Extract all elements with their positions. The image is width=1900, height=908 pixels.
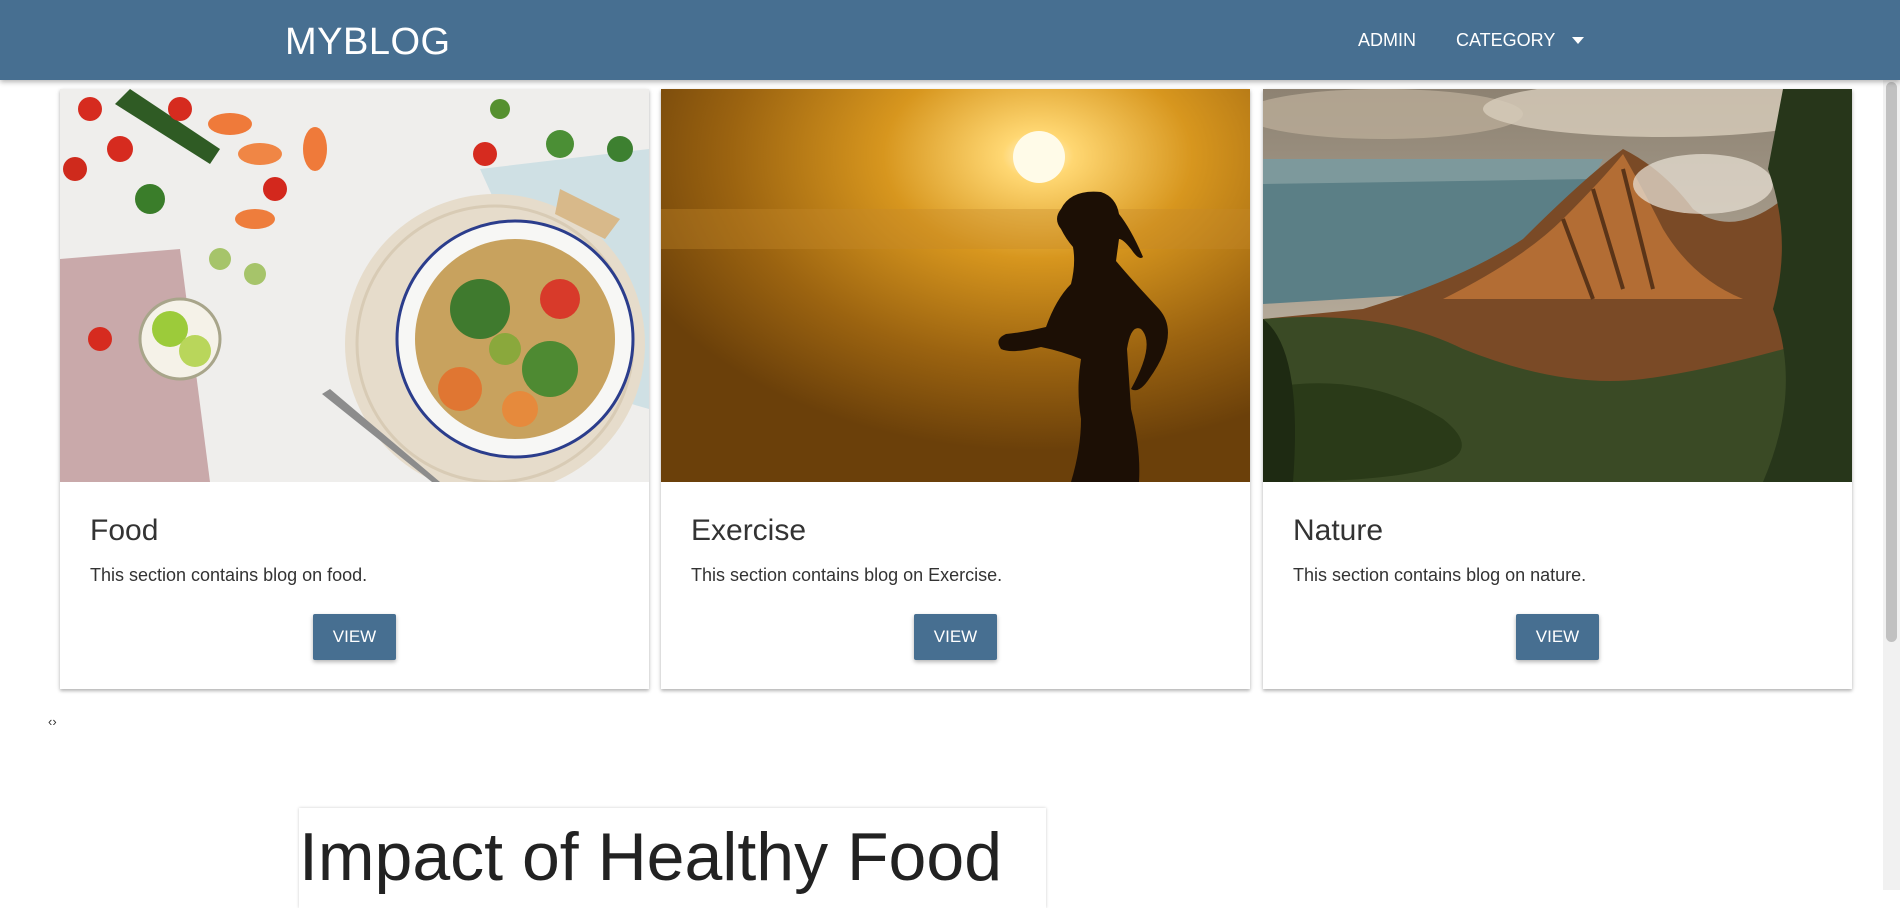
- category-card-nature: Nature This section contains blog on nat…: [1263, 89, 1852, 689]
- article-title: Impact of Healthy Food: [299, 819, 1003, 895]
- card-title: Food: [90, 514, 159, 547]
- brand-logo[interactable]: MYBLOG: [285, 0, 451, 80]
- view-exercise-button[interactable]: VIEW: [914, 614, 997, 660]
- top-navbar: MYBLOG ADMIN CATEGORY: [0, 0, 1900, 80]
- card-description: This section contains blog on food.: [90, 565, 368, 585]
- card-description: This section contains blog on nature.: [1293, 565, 1587, 585]
- card-title: Exercise: [691, 514, 807, 547]
- article-card: Impact of Healthy Food: [299, 808, 1046, 908]
- nav-admin-link[interactable]: ADMIN: [1358, 0, 1416, 80]
- carousel-nav-icon[interactable]: ‹›: [48, 714, 57, 729]
- food-bowl-photo: [60, 89, 649, 482]
- chevron-down-icon[interactable]: [1572, 37, 1584, 44]
- card-description: This section contains blog on Exercise.: [691, 565, 1003, 585]
- mountain-coast-photo: [1263, 89, 1852, 482]
- category-card-exercise: Exercise This section contains blog on E…: [661, 89, 1250, 689]
- runner-sunset-photo: [661, 89, 1250, 482]
- nav-category-link[interactable]: CATEGORY: [1456, 0, 1555, 80]
- view-food-button[interactable]: VIEW: [313, 614, 396, 660]
- category-card-food: Food This section contains blog on food.…: [60, 89, 649, 689]
- card-title: Nature: [1293, 514, 1384, 547]
- page-scrollbar[interactable]: [1883, 0, 1900, 890]
- view-nature-button[interactable]: VIEW: [1516, 614, 1599, 660]
- scrollbar-thumb[interactable]: [1886, 82, 1897, 642]
